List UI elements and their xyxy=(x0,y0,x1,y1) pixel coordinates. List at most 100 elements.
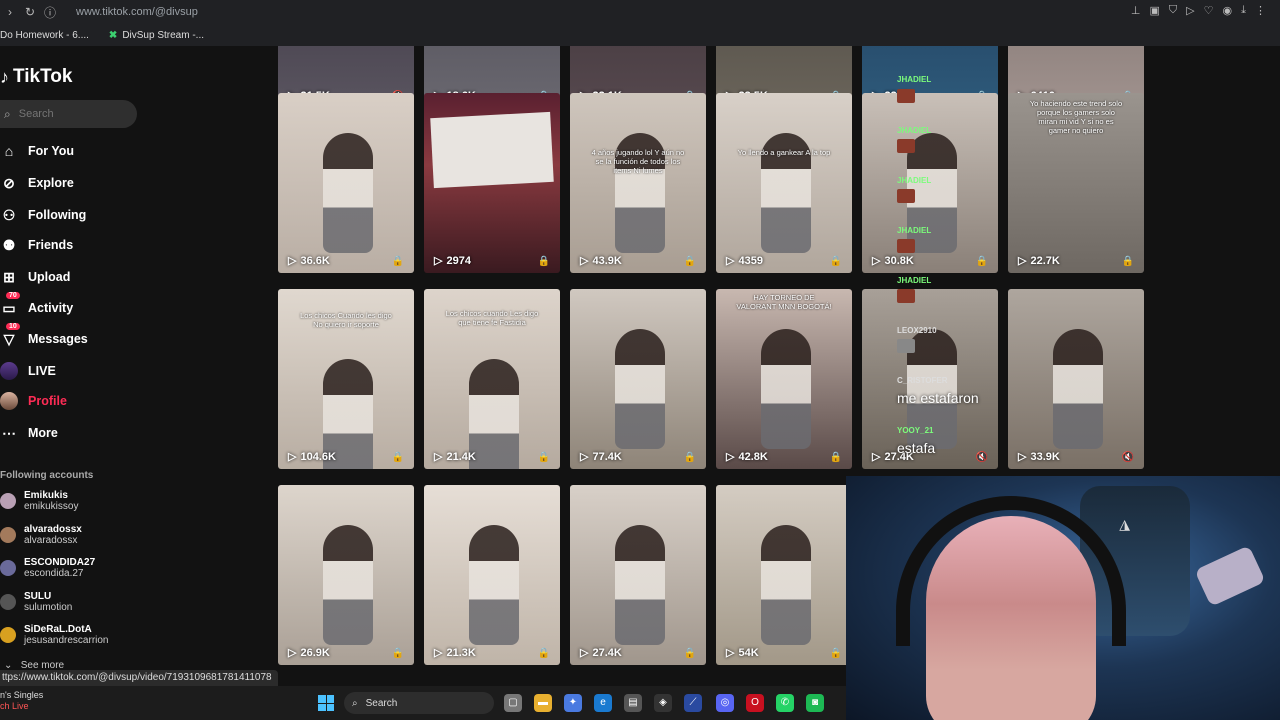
chat-username: JHADIEL xyxy=(897,276,932,285)
bookmark-divsup[interactable]: ✖ DivSup Stream -... xyxy=(109,30,204,41)
heart-icon[interactable]: ♡ xyxy=(1204,4,1214,17)
video-thumbnail[interactable]: ▷ 21.3K 🔒 xyxy=(424,485,560,665)
extension-icons: ⊥ ▣ ⛉ ▷ ♡ ◉ ⤓ ⋮ xyxy=(1131,4,1266,17)
opera-icon[interactable]: O xyxy=(746,694,764,712)
video-thumbnail[interactable]: ▷ 77.4K 🔒 xyxy=(570,289,706,469)
nav-profile[interactable]: Profile xyxy=(0,388,67,414)
avatar xyxy=(0,594,16,610)
more-icon: ⋯ xyxy=(2,424,16,441)
chat-username: C_RISTOFER xyxy=(897,376,948,385)
app-icon[interactable]: ◈ xyxy=(654,694,672,712)
chat-username: JHADIEL xyxy=(897,126,932,135)
account-item[interactable]: Emikukis emikukissoy xyxy=(0,490,78,512)
lock-icon: 🔒 xyxy=(391,452,404,463)
tiktok-logo[interactable]: ♪ TikTok xyxy=(0,66,72,88)
play-icon: ▷ xyxy=(872,255,881,267)
edge-icon[interactable]: e xyxy=(594,694,612,712)
search-input[interactable] xyxy=(18,108,119,120)
profile-icon[interactable]: ◉ xyxy=(1223,4,1233,17)
visual-studio-icon[interactable]: ⟋ xyxy=(684,694,702,712)
emote-icon xyxy=(897,339,915,353)
video-thumbnail[interactable]: ▷ 2974 🔒 xyxy=(424,93,560,273)
account-item[interactable]: alvaradossx alvaradossx xyxy=(0,524,82,546)
app-icon[interactable]: ◙ xyxy=(806,694,824,712)
bookmark-icon: ✖ xyxy=(108,29,118,41)
video-thumbnail[interactable]: ▷ 54K 🔒 xyxy=(716,485,852,665)
tabs-icon[interactable]: ▣ xyxy=(1150,4,1160,17)
reload-icon[interactable]: ↻ xyxy=(20,5,40,19)
video-thumbnail[interactable]: Los chicos cuando Les digo que tiene fe … xyxy=(424,289,560,469)
windows-start-icon[interactable] xyxy=(318,695,334,711)
nav-for-you[interactable]: ⌂ For You xyxy=(0,138,74,164)
emote-icon xyxy=(897,289,915,303)
user-icon: ⚇ xyxy=(2,206,16,223)
play-icon: ▷ xyxy=(434,451,443,463)
video-thumbnail[interactable]: ▷ 26.9K 🔒 xyxy=(278,485,414,665)
chair-logo-icon: ◮ xyxy=(1119,516,1130,532)
bookmark-homework[interactable]: Do Homework - 6.... xyxy=(0,30,89,41)
video-thumbnail[interactable]: 4 años jugando lol Y aún no se la funció… xyxy=(570,93,706,273)
address-row: › ↻ ⓘ www.tiktok.com/@divsup xyxy=(0,0,1280,24)
thumbnail-figure xyxy=(323,133,373,253)
emote-icon xyxy=(897,139,915,153)
pin-icon[interactable]: ⊥ xyxy=(1131,4,1141,17)
nav-more[interactable]: ⋯ More xyxy=(0,420,58,446)
thumbnail-figure xyxy=(469,525,519,645)
nav-messages[interactable]: ▽ 10 Messages xyxy=(0,322,88,352)
task-view-icon[interactable]: ▢ xyxy=(504,694,522,712)
nav-explore[interactable]: ⊘ Explore xyxy=(0,170,74,196)
chat-username: LEOX2910 xyxy=(897,326,937,335)
tiktok-note-icon: ♪ xyxy=(0,66,9,87)
avatar-icon xyxy=(0,392,18,410)
video-thumbnail[interactable]: Los chicos Cuando les digo No quiero ir … xyxy=(278,289,414,469)
account-item[interactable]: SiDeRaL.DotA jesusandrescarrion xyxy=(0,624,109,646)
play-icon: ▷ xyxy=(580,255,589,267)
lock-icon: 🔒 xyxy=(829,452,842,463)
menu-icon[interactable]: ⋮ xyxy=(1255,4,1266,17)
nav-upload[interactable]: ⊞ Upload xyxy=(0,264,70,290)
avatar xyxy=(0,560,16,576)
account-item[interactable]: ESCONDIDA27 escondida.27 xyxy=(0,557,95,579)
taskbar-search[interactable]: ⌕ Search xyxy=(344,692,494,714)
nav-live[interactable]: LIVE xyxy=(0,358,56,384)
thumbnail-figure xyxy=(761,525,811,645)
video-thumbnail[interactable]: Yo llendo a gankear A la top ▷ 4359 🔒 xyxy=(716,93,852,273)
live-icon xyxy=(0,362,18,380)
account-item[interactable]: SULU sulumotion xyxy=(0,591,72,613)
download-icon[interactable]: ⤓ xyxy=(1241,4,1246,17)
video-thumbnail[interactable]: ▷ 27.4K 🔒 xyxy=(570,485,706,665)
nav-following[interactable]: ⚇ Following xyxy=(0,202,87,228)
thumbnail-figure xyxy=(615,329,665,449)
chat-message: me estafaron xyxy=(897,390,979,406)
search-icon: ⌕ xyxy=(352,697,358,709)
home-icon: ⌂ xyxy=(4,143,14,159)
avatar xyxy=(0,627,16,643)
lock-icon: 🔒 xyxy=(683,256,696,267)
play-icon: ▷ xyxy=(434,647,443,659)
play-icon: ▷ xyxy=(726,451,735,463)
whatsapp-icon[interactable]: ✆ xyxy=(776,694,794,712)
file-explorer-icon[interactable]: ▬ xyxy=(534,694,552,712)
lock-icon: 🔒 xyxy=(391,256,404,267)
store-icon[interactable]: ▤ xyxy=(624,694,642,712)
nav-friends[interactable]: ⚉ Friends xyxy=(0,232,73,258)
thumbnail-figure xyxy=(761,329,811,449)
nav-activity[interactable]: ▭ 70 Activity xyxy=(0,291,73,321)
lock-icon: 🔒 xyxy=(829,648,842,659)
chat-username: YOOY_21 xyxy=(897,426,934,435)
play-icon: ▷ xyxy=(726,647,735,659)
send-icon: ▽ 10 xyxy=(0,322,20,348)
forward-icon[interactable]: › xyxy=(0,5,20,19)
media-widget[interactable]: n's Singles ch Live xyxy=(0,690,43,712)
shield-icon[interactable]: ⛉ xyxy=(1169,4,1177,17)
address-bar[interactable]: www.tiktok.com/@divsup xyxy=(76,6,198,18)
copilot-icon[interactable]: ✦ xyxy=(564,694,582,712)
chat-username: JHADIEL xyxy=(897,176,932,185)
discord-icon[interactable]: ◎ xyxy=(716,694,734,712)
video-thumbnail[interactable]: HAY TORNEO DE VALORANT MNN BOGOTÁ! ▷ 42.8K… xyxy=(716,289,852,469)
search-icon: ⌕ xyxy=(4,106,11,121)
search-box[interactable]: ⌕ xyxy=(0,100,137,128)
play-icon[interactable]: ▷ xyxy=(1186,4,1194,17)
video-thumbnail[interactable]: ▷ 36.6K 🔒 xyxy=(278,93,414,273)
info-icon[interactable]: ⓘ xyxy=(40,4,60,21)
